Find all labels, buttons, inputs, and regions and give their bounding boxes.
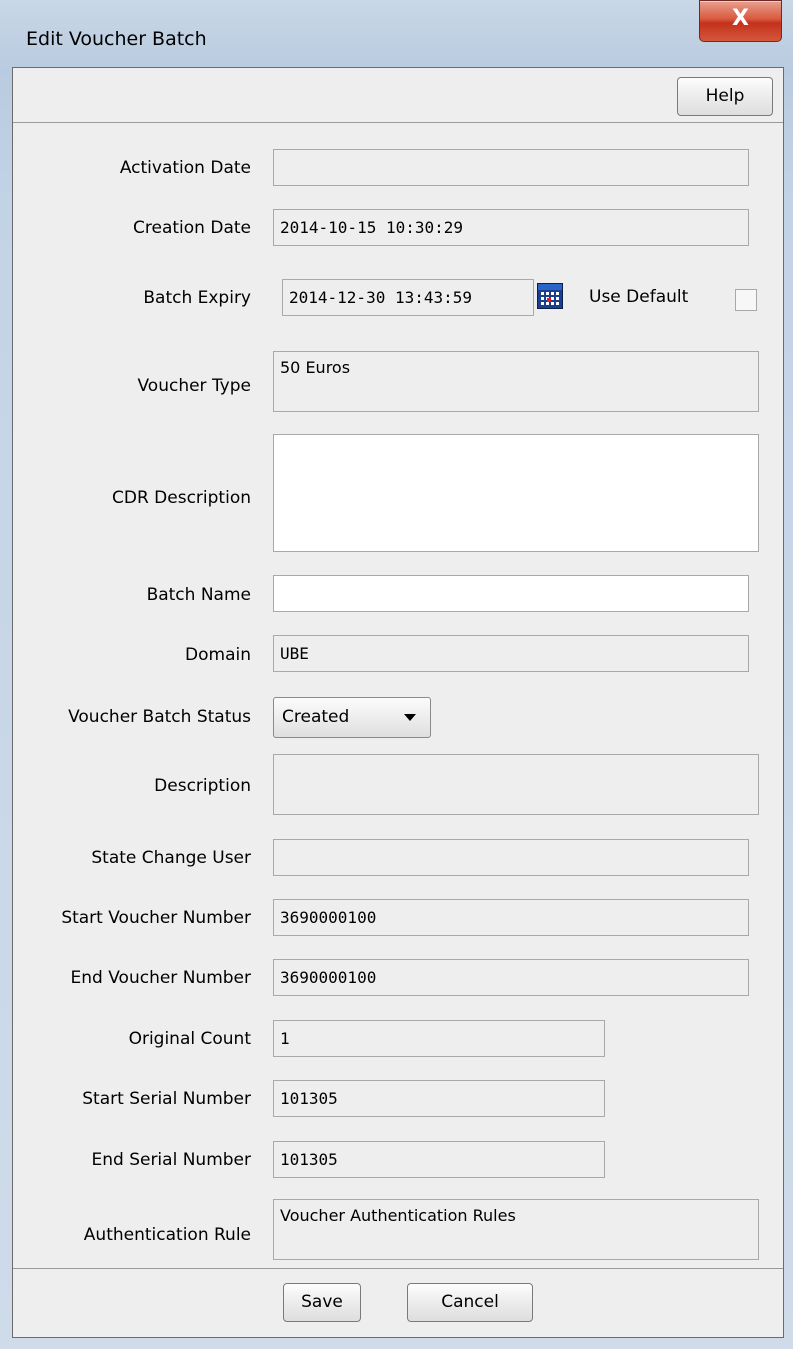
end-voucher-number-field[interactable]: 3690000100: [273, 959, 749, 996]
voucher-type-label: Voucher Type: [137, 376, 251, 396]
save-button[interactable]: Save: [283, 1283, 361, 1322]
start-voucher-number-label: Start Voucher Number: [61, 908, 251, 928]
dialog-window: Edit Voucher Batch X Help Activation Dat…: [0, 0, 793, 1349]
dialog-body: Help Activation Date Creation Date 2014-…: [12, 67, 784, 1338]
start-serial-number-label: Start Serial Number: [82, 1089, 251, 1109]
voucher-batch-status-dropdown[interactable]: Created: [273, 697, 431, 738]
activation-date-field[interactable]: [273, 149, 749, 186]
description-field[interactable]: [273, 754, 759, 815]
close-icon: X: [732, 6, 749, 31]
cancel-button[interactable]: Cancel: [407, 1283, 533, 1322]
chevron-down-icon: [404, 714, 416, 721]
original-count-field[interactable]: 1: [273, 1020, 605, 1057]
start-voucher-number-field[interactable]: 3690000100: [273, 899, 749, 936]
authentication-rule-field[interactable]: Voucher Authentication Rules: [273, 1199, 759, 1260]
voucher-batch-status-label: Voucher Batch Status: [68, 707, 251, 727]
help-button[interactable]: Help: [677, 77, 773, 116]
batch-expiry-field[interactable]: 2014-12-30 13:43:59: [282, 279, 534, 316]
creation-date-field[interactable]: 2014-10-15 10:30:29: [273, 209, 749, 246]
cdr-description-label: CDR Description: [112, 488, 251, 508]
use-default-checkbox[interactable]: [735, 289, 757, 311]
close-button[interactable]: X: [699, 0, 782, 42]
cdr-description-textarea[interactable]: [273, 434, 759, 552]
toolbar: Help: [13, 68, 783, 123]
voucher-batch-status-value: Created: [282, 707, 350, 727]
authentication-rule-label: Authentication Rule: [83, 1225, 251, 1245]
batch-name-label: Batch Name: [146, 585, 251, 605]
end-serial-number-label: End Serial Number: [91, 1150, 251, 1170]
batch-expiry-label: Batch Expiry: [143, 288, 251, 308]
end-voucher-number-label: End Voucher Number: [70, 968, 251, 988]
start-serial-number-field[interactable]: 101305: [273, 1080, 605, 1117]
domain-field[interactable]: UBE: [273, 635, 749, 672]
original-count-label: Original Count: [128, 1029, 251, 1049]
use-default-label: Use Default: [589, 287, 689, 307]
end-serial-number-field[interactable]: 101305: [273, 1141, 605, 1178]
voucher-type-field[interactable]: 50 Euros: [273, 351, 759, 412]
state-change-user-field[interactable]: [273, 839, 749, 876]
activation-date-label: Activation Date: [119, 158, 251, 178]
calendar-icon[interactable]: [537, 283, 563, 309]
footer-bar: Save Cancel: [13, 1268, 783, 1337]
batch-name-input[interactable]: [273, 575, 749, 612]
description-label: Description: [154, 776, 251, 796]
window-title: Edit Voucher Batch: [26, 28, 207, 50]
state-change-user-label: State Change User: [91, 848, 251, 868]
domain-label: Domain: [185, 645, 251, 665]
creation-date-label: Creation Date: [133, 218, 251, 238]
